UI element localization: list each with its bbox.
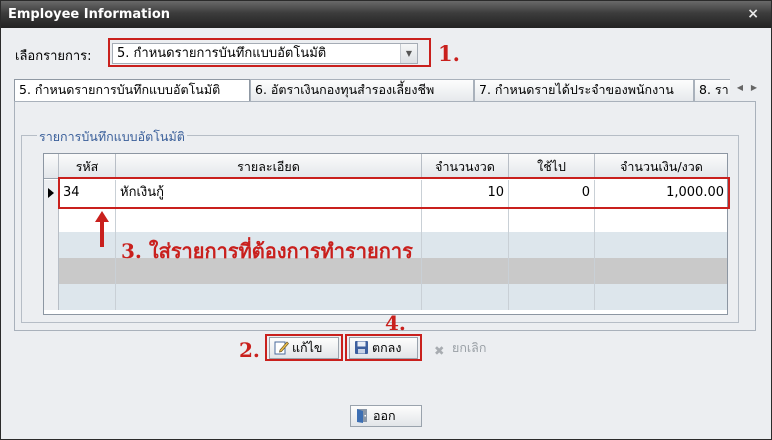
cell-detail[interactable]: หักเงินกู้: [116, 180, 422, 206]
column-header-installments[interactable]: จำนวนงวด: [422, 154, 509, 179]
annotation-step-1: 1.: [438, 41, 460, 66]
edit-button[interactable]: แก้ไข: [269, 337, 339, 359]
chevron-down-icon[interactable]: ▼: [400, 44, 417, 63]
cell-installments[interactable]: 10: [422, 180, 509, 206]
empty-cell[interactable]: [509, 284, 595, 310]
exit-button-label: ออก: [373, 408, 396, 423]
group-title: รายการบันทึกแบบอัตโนมัติ: [37, 127, 187, 147]
annotation-step-3: 3. ใส่รายการที่ต้องการทำรายการ: [121, 239, 413, 263]
empty-cell[interactable]: [422, 284, 509, 310]
empty-cell[interactable]: [509, 232, 595, 258]
edit-icon: [274, 341, 289, 355]
tab-8[interactable]: 8. รา: [694, 79, 730, 101]
ok-button[interactable]: ตกลง: [349, 337, 418, 359]
empty-row[interactable]: [44, 284, 727, 310]
column-header-code[interactable]: รหัส: [59, 154, 116, 179]
row-selector[interactable]: [44, 284, 59, 310]
cancel-button-label: ยกเลิก: [452, 340, 487, 355]
item-select[interactable]: 5. กำหนดรายการบันทึกแบบอัตโนมัติ ▼: [112, 43, 418, 64]
table-row[interactable]: 34 หักเงินกู้ 10 0 1,000.00: [44, 180, 727, 206]
empty-cell[interactable]: [116, 284, 422, 310]
column-header-amount[interactable]: จำนวนเงิน/งวด: [595, 154, 727, 179]
row-selector[interactable]: [44, 206, 59, 232]
tab-fixed-income[interactable]: 7. กำหนดรายได้ประจำของพนักงาน: [474, 79, 694, 101]
empty-cell[interactable]: [422, 232, 509, 258]
empty-cell[interactable]: [116, 206, 422, 232]
empty-cell[interactable]: [595, 232, 727, 258]
empty-cell[interactable]: [595, 258, 727, 284]
annotation-step-2: 2.: [239, 338, 260, 362]
column-header-used[interactable]: ใช้ไป: [509, 154, 595, 179]
tab-provident-fund[interactable]: 6. อัตราเงินกองทุนสำรองเลี้ยงชีพ: [250, 79, 474, 101]
grid-header-corner: [44, 154, 59, 179]
column-header-detail[interactable]: รายละเอียด: [116, 154, 422, 179]
annotation-step-4: 4.: [385, 311, 406, 335]
save-icon: [355, 341, 368, 354]
row-selector[interactable]: [44, 232, 59, 258]
exit-door-icon: [357, 409, 367, 423]
item-select-value: 5. กำหนดรายการบันทึกแบบอัตโนมัติ: [117, 46, 327, 61]
tab-scroll-right-icon[interactable]: ▶: [747, 81, 761, 95]
cancel-icon: ✖: [434, 343, 445, 358]
tab-auto-record[interactable]: 5. กำหนดรายการบันทึกแบบอัตโนมัติ: [14, 79, 250, 101]
empty-row[interactable]: [44, 206, 727, 232]
cell-amount[interactable]: 1,000.00: [595, 180, 727, 206]
empty-cell[interactable]: [422, 258, 509, 284]
selector-label: เลือกรายการ:: [15, 49, 92, 64]
empty-cell[interactable]: [59, 258, 116, 284]
window-title: Employee Information: [8, 7, 171, 22]
auto-record-grid: รหัส รายละเอียด จำนวนงวด ใช้ไป จำนวนเงิน…: [43, 153, 728, 315]
current-row-icon: [48, 188, 54, 198]
empty-cell[interactable]: [595, 284, 727, 310]
cell-code[interactable]: 34: [59, 180, 116, 206]
edit-button-label: แก้ไข: [292, 340, 323, 355]
tab-strip: 5. กำหนดรายการบันทึกแบบอัตโนมัติ 6. อัตร…: [14, 79, 730, 101]
empty-cell[interactable]: [509, 258, 595, 284]
cancel-button[interactable]: ✖ ยกเลิก: [429, 337, 505, 359]
title-bar: Employee Information ×: [1, 1, 771, 28]
employee-info-window: Employee Information × เลือกรายการ: 5. ก…: [0, 0, 772, 440]
row-selector[interactable]: [44, 258, 59, 284]
empty-cell[interactable]: [509, 206, 595, 232]
empty-cell[interactable]: [422, 206, 509, 232]
tab-scroll-left-icon[interactable]: ◀: [733, 81, 747, 95]
exit-button[interactable]: ออก: [350, 405, 422, 427]
empty-cell[interactable]: [59, 284, 116, 310]
cell-used[interactable]: 0: [509, 180, 595, 206]
close-icon[interactable]: ×: [747, 1, 759, 28]
row-selector[interactable]: [44, 180, 59, 206]
arrow-up-icon: [95, 211, 109, 247]
empty-cell[interactable]: [595, 206, 727, 232]
ok-button-label: ตกลง: [372, 340, 402, 355]
